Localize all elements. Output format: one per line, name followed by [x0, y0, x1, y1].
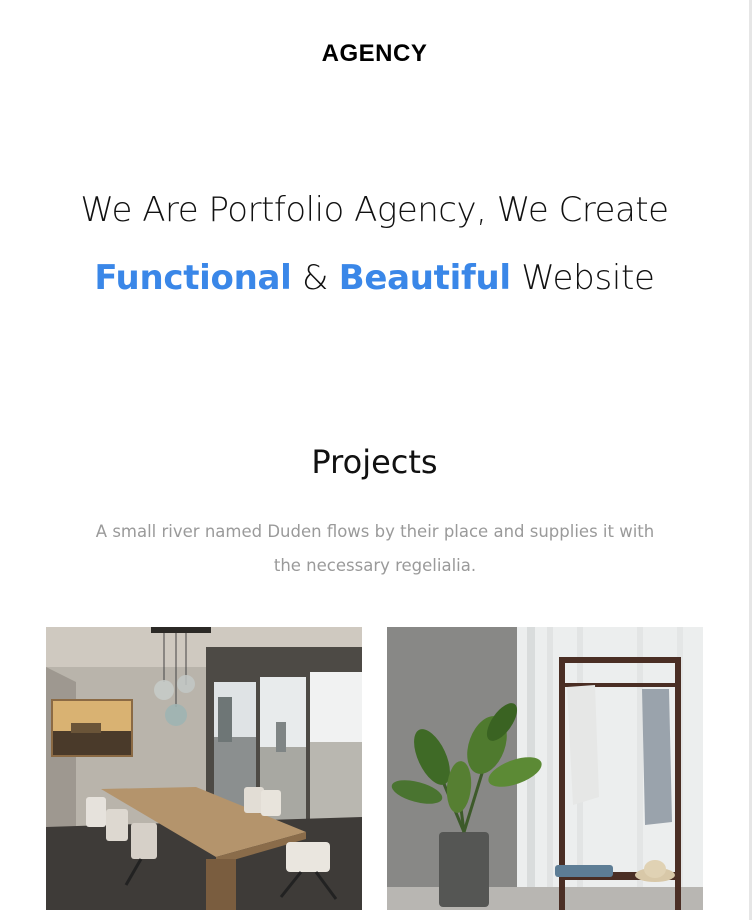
conference-room-photo [46, 627, 362, 910]
hero-headline-line2: Functional & Beautiful Website [0, 258, 749, 298]
projects-description: A small river named Duden flows by their… [95, 522, 655, 575]
projects-heading: Projects [311, 443, 438, 481]
project-card-plant-rack[interactable] [387, 627, 703, 910]
hero-highlight-beautiful: Beautiful [338, 258, 511, 298]
hero-word-website: Website [521, 258, 655, 298]
project-card-conference-room[interactable] [46, 627, 362, 910]
hero-ampersand: & [302, 258, 329, 298]
hero-highlight-functional: Functional [94, 258, 292, 298]
plant-and-clothes-rack-photo [387, 627, 703, 910]
hero-headline-line1: We Are Portfolio Agency, We Create [80, 190, 669, 230]
brand-logo[interactable]: AGENCY [0, 40, 749, 68]
